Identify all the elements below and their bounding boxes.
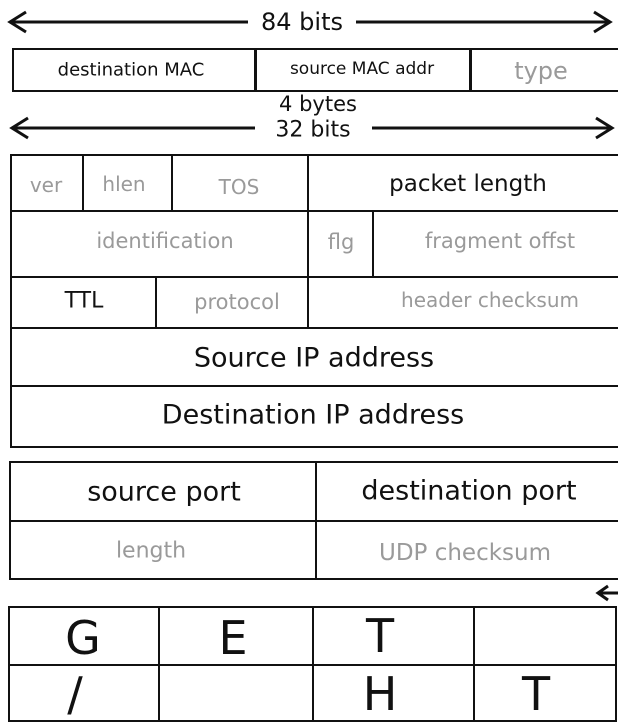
payload-byte: H xyxy=(362,667,398,721)
field-udp-length: length xyxy=(115,538,187,564)
field-udp-checksum: UDP checksum xyxy=(378,540,552,566)
field-header-checksum: header checksum xyxy=(401,288,579,312)
field-ttl: TTL xyxy=(64,288,104,314)
payload-byte: T xyxy=(365,609,395,663)
field-destination-ip: Destination IP address xyxy=(161,399,465,431)
ip-bytes-label: 4 bytes xyxy=(279,92,357,116)
ip-width-label: 32 bits xyxy=(275,117,351,143)
field-type: type xyxy=(514,57,568,85)
field-identification: identification xyxy=(96,229,234,253)
field-source-ip: Source IP address xyxy=(193,342,435,374)
payload-byte: / xyxy=(67,667,83,721)
field-destination-port: destination port xyxy=(361,475,577,507)
field-source-mac: source MAC addr xyxy=(289,59,435,79)
field-packet-length: packet length xyxy=(389,171,547,197)
field-destination-mac: destination MAC xyxy=(57,59,205,81)
field-protocol: protocol xyxy=(194,290,280,314)
field-hlen: hlen xyxy=(102,172,146,196)
field-tos: TOS xyxy=(218,175,260,199)
payload-byte: E xyxy=(218,611,248,665)
field-source-port: source port xyxy=(87,476,241,508)
payload-byte: G xyxy=(65,611,101,665)
ethernet-width-label: 84 bits xyxy=(261,8,343,36)
field-fragment-offset: fragment offst xyxy=(424,229,576,253)
field-flags: flg xyxy=(327,230,355,254)
payload-byte: T xyxy=(521,667,551,721)
field-ver: ver xyxy=(29,173,63,197)
